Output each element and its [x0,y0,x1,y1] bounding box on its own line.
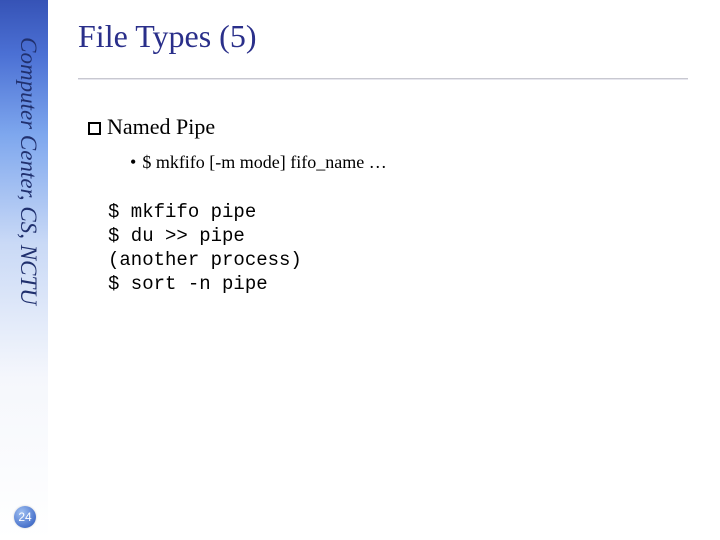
square-bullet-icon [88,122,101,135]
sidebar-gradient: Computer Center, CS, NCTU [0,0,48,540]
page-number-text: 24 [18,510,31,524]
code-line-4: $ sort -n pipe [108,273,268,295]
slide: Computer Center, CS, NCTU File Types (5)… [0,0,720,540]
code-line-3: (another process) [108,249,302,271]
bullet-mkfifo-usage: • $ mkfifo [-m mode] fifo_name … [130,152,387,173]
sidebar-affiliation-text: Computer Center, CS, NCTU [15,11,41,331]
bullet-level2-text: $ mkfifo [-m mode] fifo_name … [142,152,386,172]
code-line-1: $ mkfifo pipe [108,201,256,223]
title-underline [78,78,688,80]
code-example: $ mkfifo pipe $ du >> pipe (another proc… [108,200,302,296]
code-line-2: $ du >> pipe [108,225,245,247]
bullet-named-pipe: Named Pipe [88,114,215,140]
bullet-level1-text: Named Pipe [107,114,215,139]
slide-title: File Types (5) [78,18,256,55]
page-number-badge: 24 [14,506,36,528]
dot-bullet-icon: • [130,152,136,173]
